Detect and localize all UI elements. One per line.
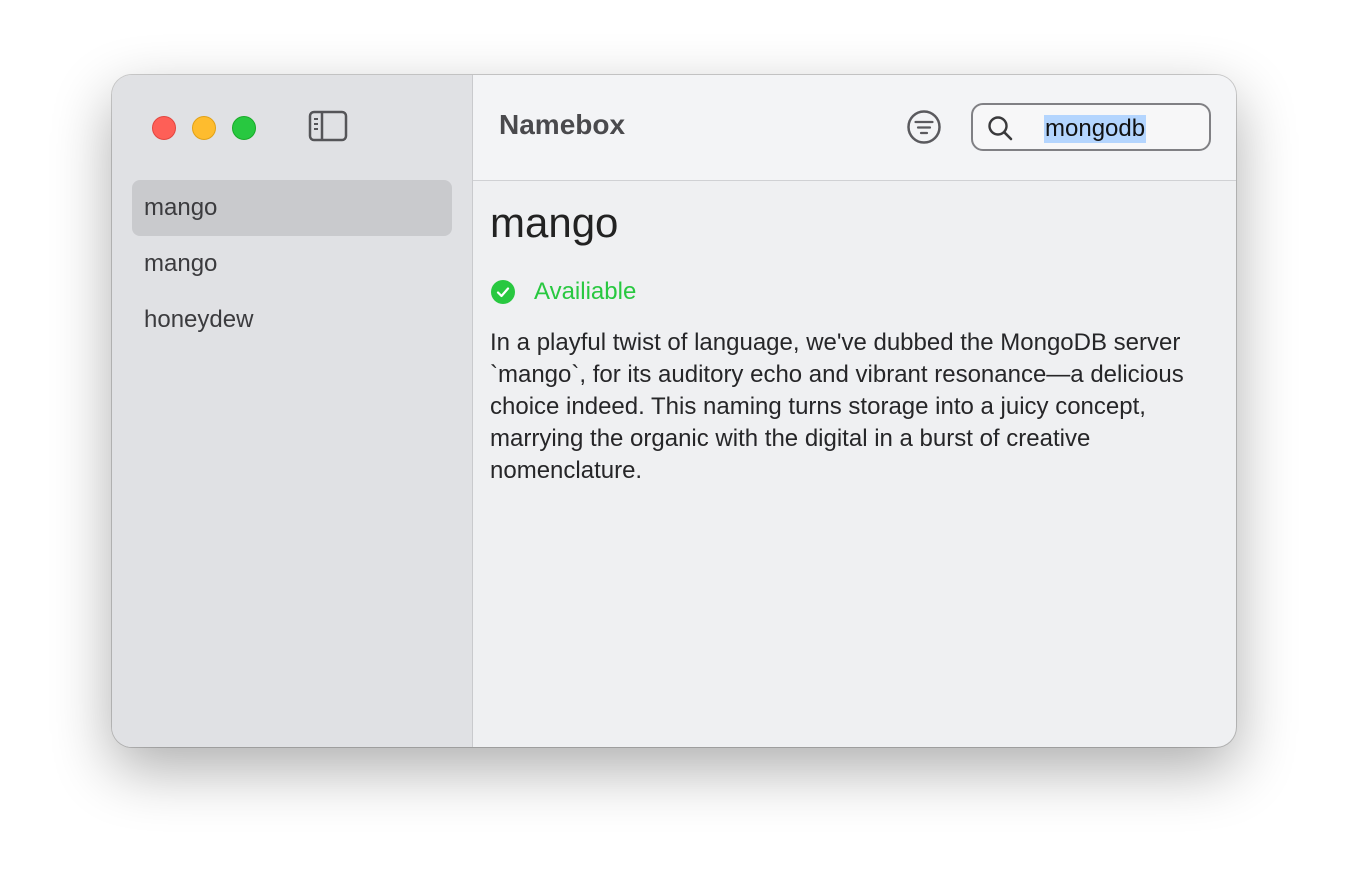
sidebar-item-mango[interactable]: mango	[132, 180, 452, 236]
status-row: Availiable	[490, 277, 1218, 307]
checkmark-circle-icon	[491, 280, 515, 304]
detail-title: mango	[490, 199, 619, 246]
status-label: Availiable	[534, 278, 637, 305]
detail-pane: mango Availiable In a playful twist of l…	[490, 181, 1218, 487]
sidebar-left-icon	[308, 110, 348, 142]
maximize-window-button[interactable]	[232, 116, 256, 140]
detail-description: In a playful twist of language, we've du…	[490, 329, 1184, 484]
search-input[interactable]: mongodb	[1044, 115, 1147, 143]
filter-circle-icon	[907, 110, 941, 144]
sidebar-item-honeydew[interactable]: honeydew	[132, 292, 452, 348]
sidebar-list: mango mango honeydew	[132, 180, 452, 348]
window-title: Namebox	[499, 109, 626, 140]
app-window: mango mango honeydew Namebox mongodb man…	[112, 75, 1236, 747]
search-field[interactable]: mongodb	[971, 103, 1211, 151]
search-icon	[988, 116, 1013, 141]
sidebar: mango mango honeydew	[112, 75, 473, 747]
minimize-window-button[interactable]	[192, 116, 216, 140]
close-window-button[interactable]	[152, 116, 176, 140]
sidebar-item-mango[interactable]: mango	[132, 236, 452, 292]
sidebar-toggle-button[interactable]	[308, 110, 348, 142]
filter-button[interactable]	[906, 109, 942, 145]
toolbar: Namebox mongodb	[473, 75, 1236, 181]
